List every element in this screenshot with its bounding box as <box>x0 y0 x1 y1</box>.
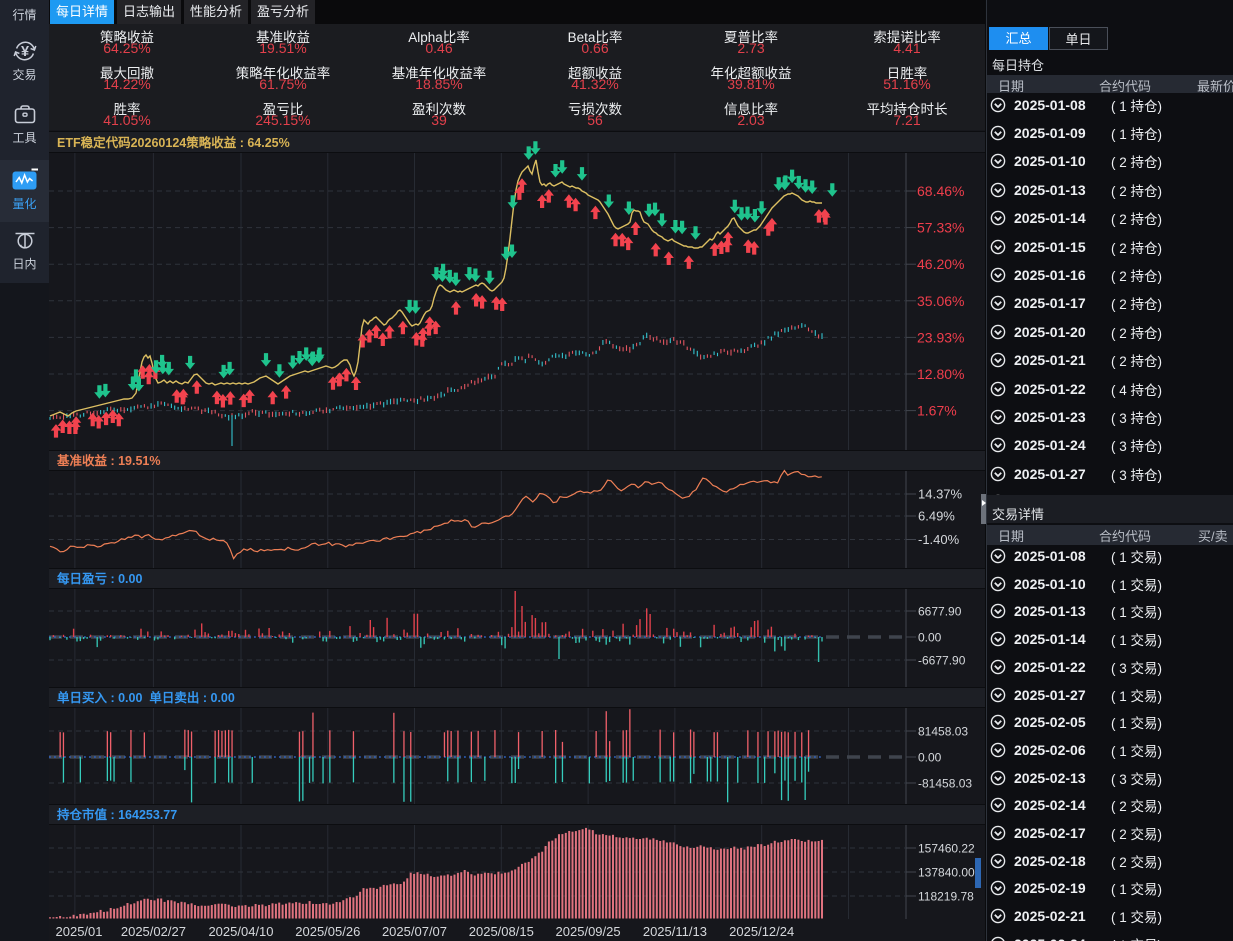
svg-text:-81458.03: -81458.03 <box>918 777 972 791</box>
svg-text:12.80%: 12.80% <box>917 366 964 382</box>
svg-text:¥: ¥ <box>20 44 28 60</box>
svg-text:2025/07/07: 2025/07/07 <box>382 924 447 939</box>
svg-text:-1.40%: -1.40% <box>918 532 960 547</box>
svg-text:2025/02/27: 2025/02/27 <box>121 924 186 939</box>
svg-text:2025/08/15: 2025/08/15 <box>469 924 534 939</box>
svg-text:118219.78: 118219.78 <box>918 890 974 904</box>
svg-text:基准收益 : 19.51%: 基准收益 : 19.51% <box>56 453 161 468</box>
svg-text:157460.22: 157460.22 <box>918 842 975 856</box>
svg-text:2025/05/26: 2025/05/26 <box>295 924 360 939</box>
svg-text:137840.00: 137840.00 <box>918 866 975 880</box>
svg-text:2025/12/24: 2025/12/24 <box>729 924 794 939</box>
svg-text:68.46%: 68.46% <box>917 183 964 199</box>
svg-text:57.33%: 57.33% <box>917 220 964 236</box>
svg-text:2025/01: 2025/01 <box>56 924 103 939</box>
svg-text:81458.03: 81458.03 <box>918 725 968 739</box>
svg-text:35.06%: 35.06% <box>917 293 964 309</box>
svg-text:0.00: 0.00 <box>918 751 942 765</box>
svg-text:23.93%: 23.93% <box>917 329 964 345</box>
svg-text:1.67%: 1.67% <box>917 403 957 419</box>
svg-text:-6677.90: -6677.90 <box>918 654 966 668</box>
svg-text:持仓市值 : 164253.77: 持仓市值 : 164253.77 <box>57 807 177 822</box>
svg-text:单日买入 : 0.00 单日卖出 : 0.00: 单日买入 : 0.00 单日卖出 : 0.00 <box>57 690 235 705</box>
svg-text:2025/09/25: 2025/09/25 <box>556 924 621 939</box>
svg-text:46.20%: 46.20% <box>917 256 964 272</box>
svg-text:6677.90: 6677.90 <box>918 605 962 619</box>
svg-text:2025/04/10: 2025/04/10 <box>208 924 273 939</box>
svg-text:2025/11/13: 2025/11/13 <box>643 924 707 939</box>
svg-text:0.00: 0.00 <box>918 631 942 645</box>
svg-text:6.49%: 6.49% <box>918 509 955 524</box>
svg-text:每日盈亏 : 0.00: 每日盈亏 : 0.00 <box>57 571 142 586</box>
svg-text:14.37%: 14.37% <box>918 487 963 502</box>
svg-text:ETF稳定代码20260124策略收益 : 64.25%: ETF稳定代码20260124策略收益 : 64.25% <box>57 135 290 150</box>
